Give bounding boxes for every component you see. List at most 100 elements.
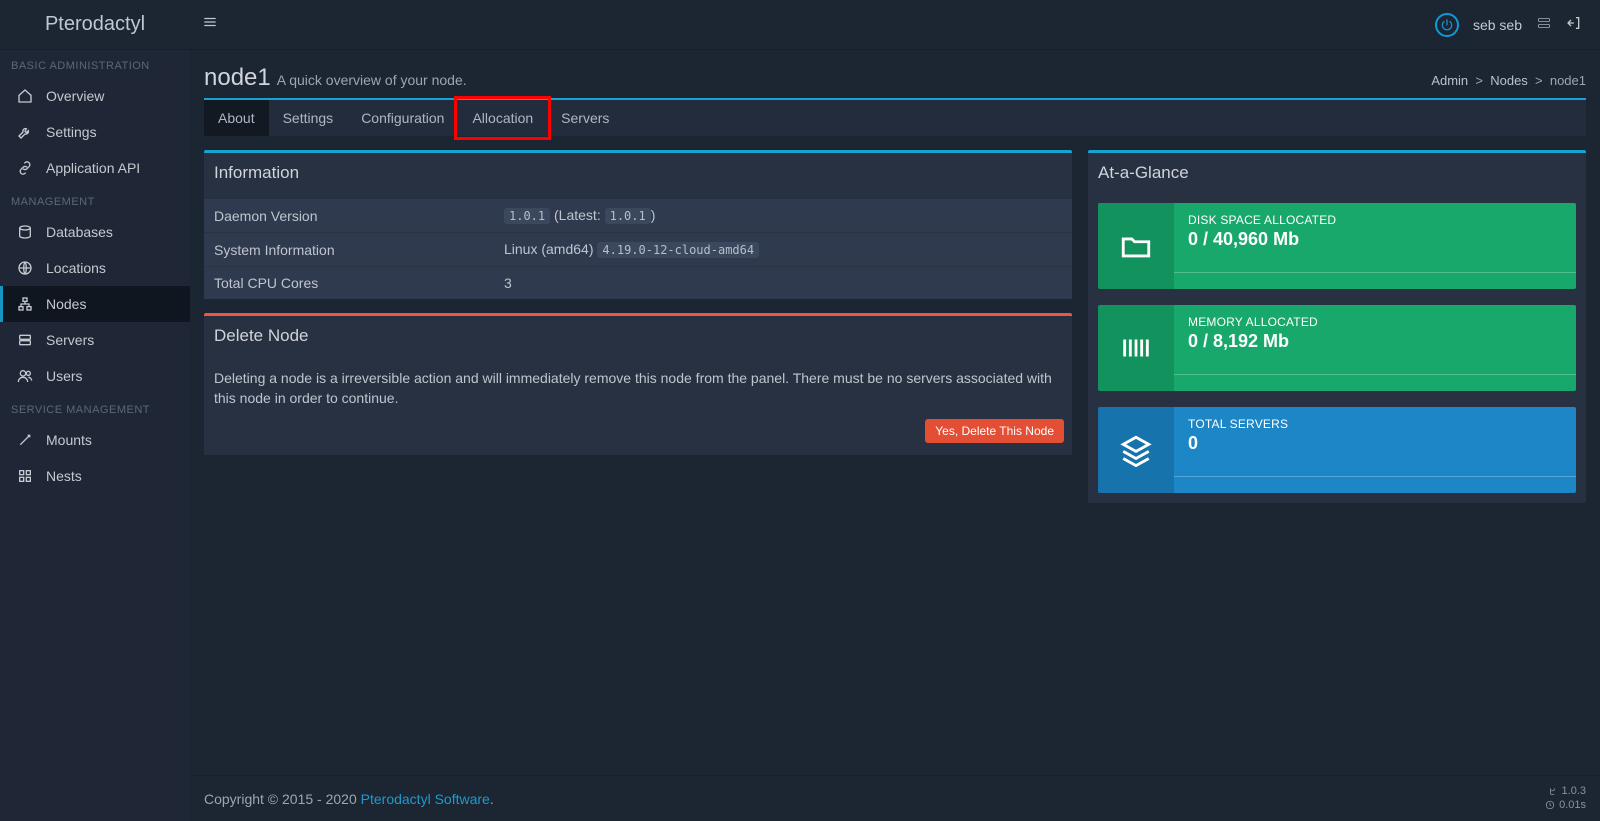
logout-icon[interactable] [1566, 15, 1582, 34]
sidebar-item-nodes[interactable]: Nodes [0, 286, 190, 322]
daemon-version-badge: 1.0.1 [504, 208, 550, 224]
sidebar-item-settings[interactable]: Settings [0, 114, 190, 150]
top-bar: Pterodactyl seb seb [0, 0, 1600, 50]
delete-node-button[interactable]: Yes, Delete This Node [925, 419, 1064, 443]
tab-about[interactable]: About [204, 100, 269, 136]
sidebar-item-label: Locations [46, 260, 106, 276]
kernel-badge: 4.19.0-12-cloud-amd64 [597, 242, 759, 258]
tab-settings[interactable]: Settings [269, 100, 348, 136]
tab-configuration[interactable]: Configuration [347, 100, 458, 136]
sidebar-item-label: Servers [46, 332, 94, 348]
glance-value: 0 / 40,960 Mb [1188, 229, 1562, 250]
panel-title-glance: At-a-Glance [1088, 153, 1586, 193]
folder-icon [1098, 203, 1174, 289]
breadcrumb-admin[interactable]: Admin [1431, 73, 1468, 88]
panel-title-delete: Delete Node [204, 316, 1072, 356]
brand-logo[interactable]: Pterodactyl [0, 13, 190, 36]
panel-title-information: Information [204, 153, 1072, 193]
breadcrumb: Admin > Nodes > node1 [1431, 73, 1586, 88]
sidebar-section-basic: BASIC ADMINISTRATION [0, 50, 190, 78]
server-list-icon[interactable] [1536, 15, 1552, 34]
server-icon [16, 331, 34, 349]
sidebar-item-label: Settings [46, 124, 97, 140]
glance-card-disk: DISK SPACE ALLOCATED 0 / 40,960 Mb [1098, 203, 1576, 289]
breadcrumb-nodes[interactable]: Nodes [1490, 73, 1528, 88]
sidebar-item-label: Databases [46, 224, 113, 240]
sidebar: BASIC ADMINISTRATION Overview Settings A… [0, 50, 190, 821]
sidebar-toggle[interactable] [190, 15, 230, 34]
info-row-system: System Information Linux (amd64) 4.19.0-… [204, 233, 1072, 267]
info-row-daemon: Daemon Version 1.0.1 (Latest: 1.0.1) [204, 199, 1072, 233]
latest-label: (Latest: [550, 207, 604, 223]
footer-meta: 1.0.3 0.01s [1545, 785, 1586, 811]
tab-servers[interactable]: Servers [547, 100, 623, 136]
sitemap-icon [16, 295, 34, 313]
page-header: node1 A quick overview of your node. Adm… [204, 64, 1586, 92]
glance-label: MEMORY ALLOCATED [1188, 315, 1562, 329]
sidebar-item-servers[interactable]: Servers [0, 322, 190, 358]
footer-text: Copyright © 2015 - 2020 Pterodactyl Soft… [204, 791, 494, 807]
glance-card-servers: TOTAL SERVERS 0 [1098, 407, 1576, 493]
sidebar-item-label: Users [46, 368, 83, 384]
link-icon [16, 159, 34, 177]
close-paren: ) [651, 207, 656, 223]
wrench-icon [16, 123, 34, 141]
power-icon[interactable] [1435, 13, 1459, 37]
magic-icon [16, 431, 34, 449]
footer-time: 0.01s [1559, 799, 1586, 812]
home-icon [16, 87, 34, 105]
breadcrumb-current: node1 [1550, 73, 1586, 88]
sidebar-item-databases[interactable]: Databases [0, 214, 190, 250]
user-name[interactable]: seb seb [1473, 17, 1522, 33]
glance-card-memory: MEMORY ALLOCATED 0 / 8,192 Mb [1098, 305, 1576, 391]
panel-information: Information Daemon Version 1.0.1 (Latest… [204, 150, 1072, 299]
info-key: Daemon Version [214, 208, 504, 224]
info-value: Linux (amd64) 4.19.0-12-cloud-amd64 [504, 241, 759, 258]
sidebar-item-overview[interactable]: Overview [0, 78, 190, 114]
panel-at-a-glance: At-a-Glance DISK SPACE ALLOCATED 0 / 40,… [1088, 150, 1586, 503]
info-value: 3 [504, 275, 512, 291]
info-key: Total CPU Cores [214, 275, 504, 291]
sidebar-item-nests[interactable]: Nests [0, 458, 190, 494]
sidebar-item-label: Application API [46, 160, 140, 176]
period: . [490, 791, 494, 807]
globe-icon [16, 259, 34, 277]
layers-icon [1098, 407, 1174, 493]
tabs: About Settings Configuration Allocation … [204, 98, 1586, 136]
tab-allocation[interactable]: Allocation [458, 100, 547, 136]
barcode-icon [1098, 305, 1174, 391]
info-value: 1.0.1 (Latest: 1.0.1) [504, 207, 655, 224]
panel-delete-node: Delete Node Deleting a node is a irrever… [204, 313, 1072, 455]
glance-label: DISK SPACE ALLOCATED [1188, 213, 1562, 227]
info-key: System Information [214, 242, 504, 258]
system-os: Linux (amd64) [504, 241, 597, 257]
footer-version: 1.0.3 [1562, 785, 1586, 798]
glance-value: 0 [1188, 433, 1562, 454]
sidebar-item-api[interactable]: Application API [0, 150, 190, 186]
sidebar-item-label: Nodes [46, 296, 86, 312]
sidebar-item-users[interactable]: Users [0, 358, 190, 394]
sidebar-item-label: Mounts [46, 432, 92, 448]
main-content: node1 A quick overview of your node. Adm… [190, 50, 1600, 821]
sidebar-item-label: Nests [46, 468, 82, 484]
sidebar-item-mounts[interactable]: Mounts [0, 422, 190, 458]
sidebar-item-locations[interactable]: Locations [0, 250, 190, 286]
footer: Copyright © 2015 - 2020 Pterodactyl Soft… [190, 775, 1600, 821]
topbar-right: seb seb [1435, 13, 1600, 37]
sidebar-section-management: MANAGEMENT [0, 186, 190, 214]
sidebar-section-service: SERVICE MANAGEMENT [0, 394, 190, 422]
page-subtitle: A quick overview of your node. [277, 72, 467, 88]
daemon-latest-badge: 1.0.1 [605, 208, 651, 224]
database-icon [16, 223, 34, 241]
copyright-label: Copyright © 2015 - 2020 [204, 791, 361, 807]
info-row-cpu: Total CPU Cores 3 [204, 267, 1072, 299]
delete-node-text: Deleting a node is a irreversible action… [204, 356, 1072, 419]
glance-value: 0 / 8,192 Mb [1188, 331, 1562, 352]
clock-icon [1545, 800, 1555, 810]
grid-icon [16, 467, 34, 485]
glance-label: TOTAL SERVERS [1188, 417, 1562, 431]
footer-link[interactable]: Pterodactyl Software [361, 791, 490, 807]
sidebar-item-label: Overview [46, 88, 104, 104]
page-title: node1 [204, 64, 271, 92]
users-icon [16, 367, 34, 385]
